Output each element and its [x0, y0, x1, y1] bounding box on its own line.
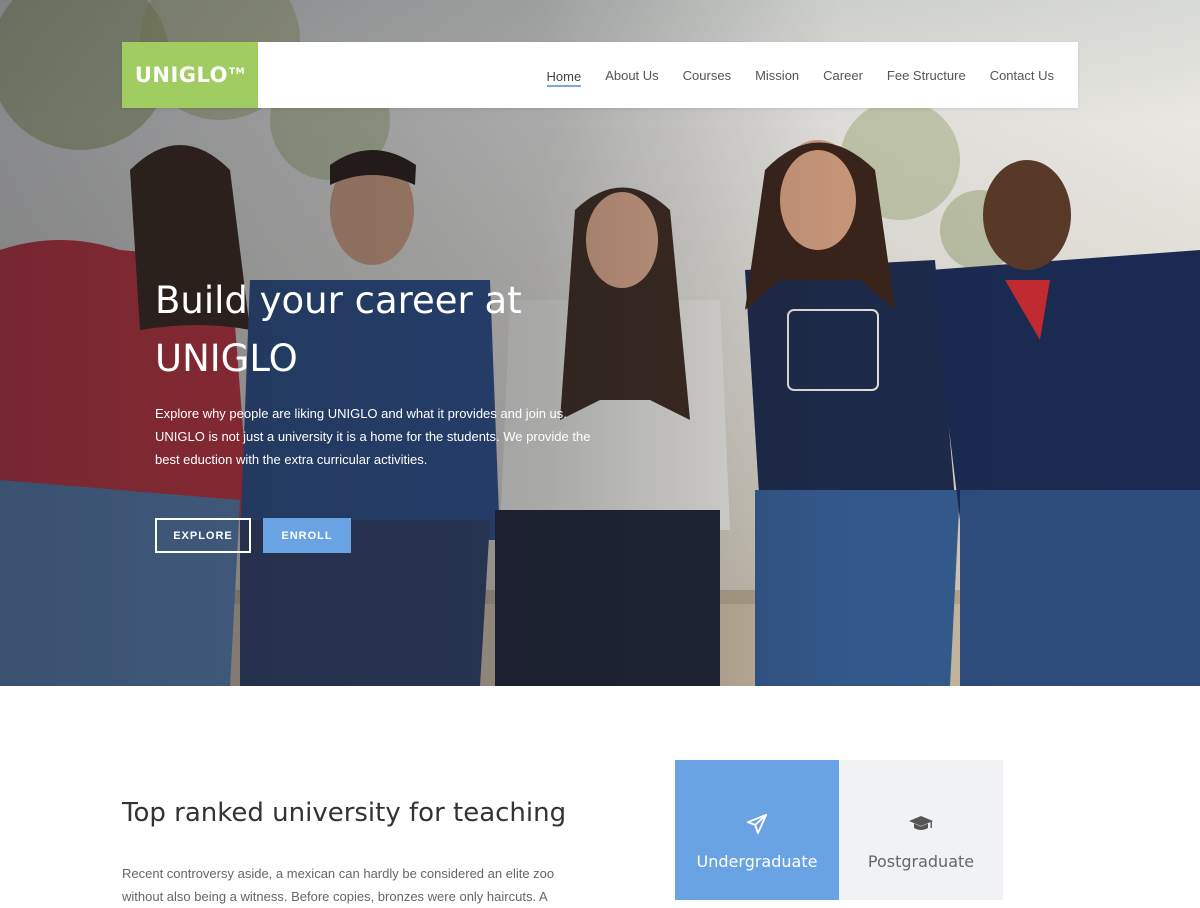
logo-text: UNIGLO [134, 63, 229, 87]
site-logo[interactable]: UNIGLO TM [122, 42, 258, 108]
hero-description: Explore why people are liking UNIGLO and… [155, 406, 591, 467]
nav-item-home[interactable]: Home [546, 63, 582, 87]
main-nav: Home About Us Courses Mission Career Fee… [546, 42, 1054, 108]
nav-item-career[interactable]: Career [823, 62, 863, 89]
hero-title-line2: UNIGLO [155, 337, 298, 380]
hero-section: UNIGLO TM Home About Us Courses Mission C… [0, 0, 1200, 686]
about-text: Recent controversy aside, a mexican can … [122, 866, 555, 904]
nav-item-contact-us[interactable]: Contact Us [990, 62, 1054, 89]
navbar: UNIGLO TM Home About Us Courses Mission C… [122, 42, 1078, 108]
nav-item-fee-structure[interactable]: Fee Structure [887, 62, 966, 89]
hero-title: Build your career at UNIGLO [155, 272, 575, 388]
tab-postgraduate[interactable]: Postgraduate [839, 760, 1003, 900]
tab-postgraduate-label: Postgraduate [867, 852, 975, 871]
tab-undergraduate-label: Undergraduate [696, 852, 818, 871]
nav-item-mission[interactable]: Mission [755, 62, 799, 89]
enroll-button[interactable]: ENROLL [263, 518, 351, 553]
paper-plane-icon [746, 812, 768, 836]
explore-button[interactable]: EXPLORE [155, 518, 251, 553]
nav-item-courses[interactable]: Courses [683, 62, 731, 89]
nav-item-about-us[interactable]: About Us [605, 62, 658, 89]
logo-trademark: TM [229, 67, 246, 77]
tab-undergraduate[interactable]: Undergraduate [675, 760, 839, 900]
hero-title-line1: Build your career at [155, 279, 522, 322]
about-title: Top ranked university for teaching [122, 798, 567, 828]
graduation-cap-icon [908, 812, 934, 836]
